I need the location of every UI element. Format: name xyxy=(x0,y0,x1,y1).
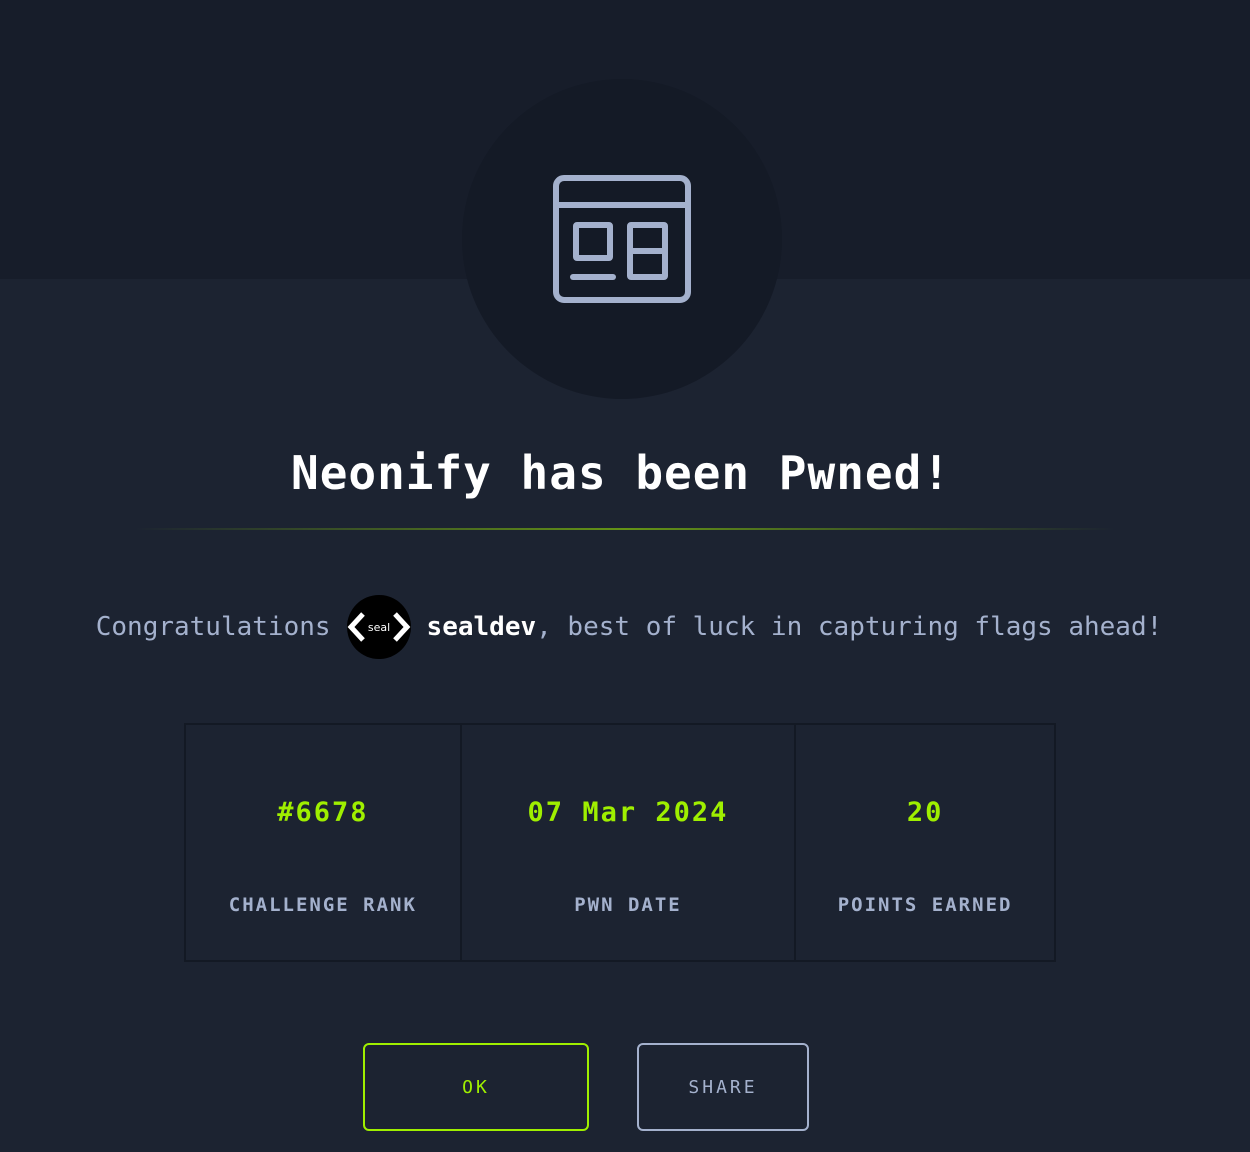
stat-value: #6678 xyxy=(277,797,369,828)
stat-pwn-date: 07 Mar 2024 PWN DATE xyxy=(459,725,794,960)
avatar-logo-text: seal xyxy=(367,621,389,634)
stat-points-earned: 20 POINTS EARNED xyxy=(794,725,1054,960)
pwned-modal: Neonify has been Pwned! Congratulations … xyxy=(0,0,1250,1152)
stat-challenge-rank: #6678 CHALLENGE RANK xyxy=(186,725,460,960)
stat-label: PWN DATE xyxy=(574,894,682,916)
challenge-icon-badge xyxy=(462,79,782,399)
seal-logo-icon: seal xyxy=(347,612,410,642)
share-button[interactable]: SHARE xyxy=(637,1043,809,1131)
user-avatar[interactable]: seal xyxy=(346,595,411,659)
congrats-suffix: , best of luck in capturing flags ahead! xyxy=(536,612,1163,642)
stat-value: 07 Mar 2024 xyxy=(527,797,729,828)
stats-panel: #6678 CHALLENGE RANK 07 Mar 2024 PWN DAT… xyxy=(184,723,1056,962)
username: sealdev xyxy=(426,612,537,642)
stat-label: POINTS EARNED xyxy=(837,894,1013,916)
congrats-prefix: Congratulations xyxy=(95,612,331,642)
stat-label: CHALLENGE RANK xyxy=(228,894,417,916)
web-app-window-icon xyxy=(553,175,691,303)
congratulations-message: Congratulations seal sealdev , best of l… xyxy=(0,594,1250,660)
ok-button[interactable]: OK xyxy=(363,1043,589,1131)
stat-value: 20 xyxy=(906,797,944,828)
title-divider xyxy=(135,528,1115,530)
pwned-title: Neonify has been Pwned! xyxy=(291,446,951,500)
